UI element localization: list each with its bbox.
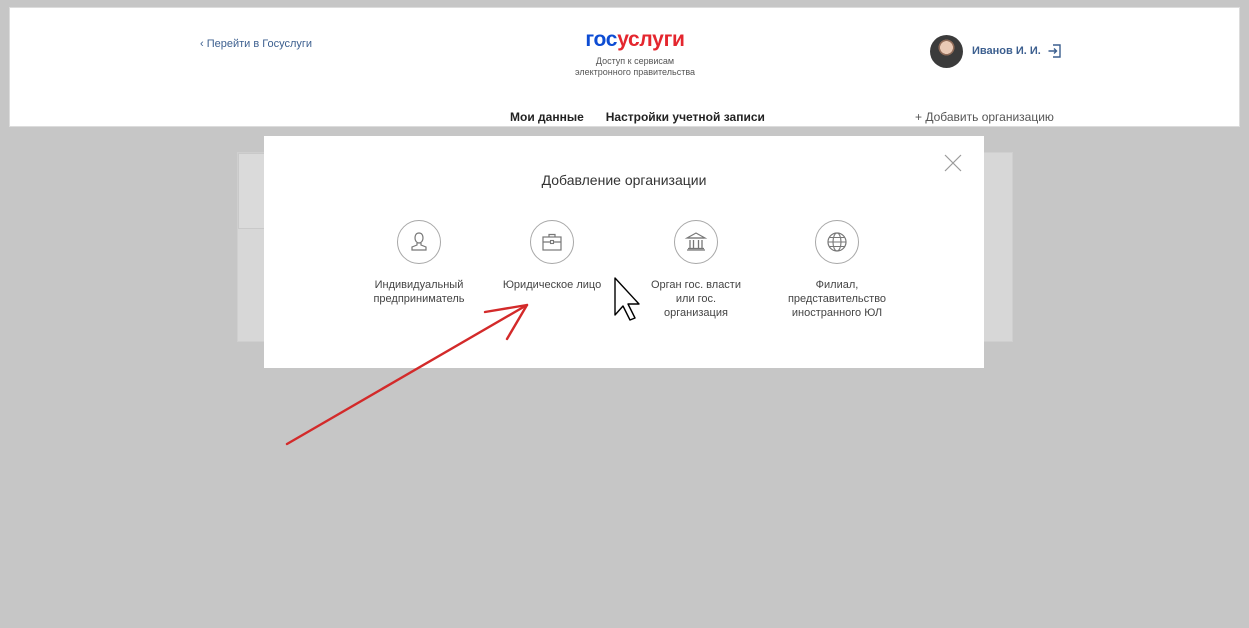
logo: госуслуги [550, 28, 720, 52]
option-icon-circle [397, 220, 441, 264]
option-label: Орган гос. власти или гос. организация [650, 279, 741, 319]
option-individual-entrepreneur[interactable]: Индивидуальный предприниматель [349, 220, 489, 306]
option-icon-circle [530, 220, 574, 264]
person-icon [411, 232, 427, 251]
option-foreign-branch[interactable]: Филиал, представительство иностранного Ю… [767, 220, 907, 320]
add-organization-link[interactable]: + Добавить организацию [915, 110, 1054, 124]
option-icon-circle [674, 220, 718, 264]
add-organization-modal: Добавление организации Индивидуальный пр… [264, 136, 984, 368]
option-government-body[interactable]: Орган гос. власти или гос. организация [626, 220, 766, 320]
option-label: Юридическое лицо [502, 279, 602, 291]
back-to-gosuslugi-link[interactable]: ‹ Перейти в Госуслуги [200, 38, 312, 50]
nav-item-account-settings[interactable]: Настройки учетной записи [606, 110, 765, 124]
user-name[interactable]: Иванов И. И. [972, 45, 1041, 57]
tagline: Доступ к сервисам электронного правитель… [550, 56, 720, 78]
logo-block[interactable]: госуслуги Доступ к сервисам электронного… [550, 28, 720, 78]
logo-part-uslugi: услуги [617, 28, 685, 51]
briefcase-icon [542, 233, 562, 251]
modal-title: Добавление организации [541, 172, 707, 188]
screen: ‹ Перейти в Госуслуги госуслуги Доступ к… [0, 0, 1249, 628]
logo-part-gos: гос [585, 28, 618, 51]
government-building-icon [684, 232, 708, 251]
avatar[interactable] [930, 34, 963, 68]
back-link-label: Перейти в Госуслуги [206, 38, 313, 50]
option-legal-entity[interactable]: Юридическое лицо [482, 220, 622, 292]
close-icon[interactable] [944, 154, 962, 172]
main-nav: Мои данные Настройки учетной записи [510, 110, 787, 124]
tagline-line-1: Доступ к сервисам [595, 56, 675, 66]
globe-icon [827, 232, 847, 252]
user-block: Иванов И. И. [930, 34, 1061, 68]
nav-item-my-data[interactable]: Мои данные [510, 110, 584, 124]
tagline-line-2: электронного правительства [574, 67, 696, 77]
option-label: Индивидуальный предприниматель [373, 279, 465, 305]
chevron-left-icon: ‹ [200, 38, 207, 50]
header: ‹ Перейти в Госуслуги госуслуги Доступ к… [9, 7, 1240, 127]
option-icon-circle [815, 220, 859, 264]
logout-icon[interactable] [1048, 44, 1061, 58]
option-label: Филиал, представительство иностранного Ю… [787, 279, 887, 319]
